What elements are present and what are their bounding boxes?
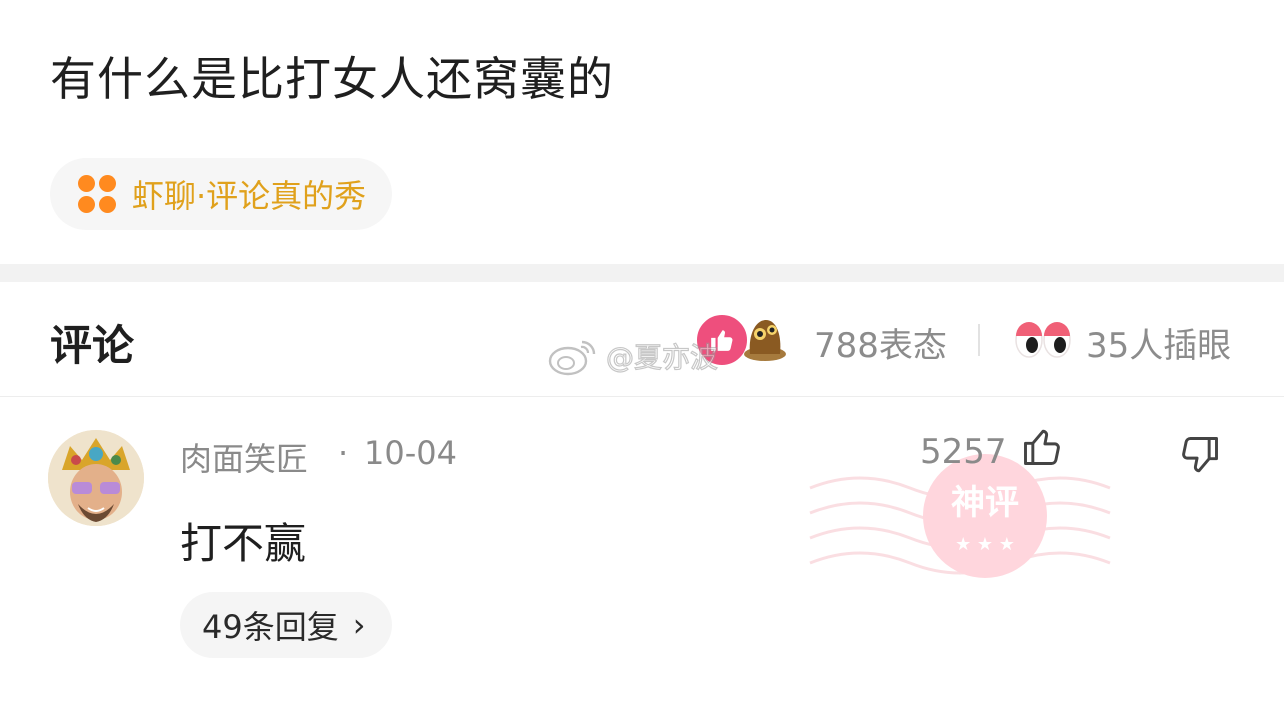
like-count: 5257 <box>920 432 1007 472</box>
watermark-text: @夏亦波 <box>605 340 719 374</box>
comment-text: 打不赢 <box>180 519 307 568</box>
meta-separator: · <box>338 434 349 472</box>
avatar[interactable] <box>48 430 144 526</box>
topic-label: 虾聊·评论真的秀 <box>132 177 367 215</box>
reactions-count[interactable]: 788表态 <box>814 318 947 367</box>
post-title: 有什么是比打女人还窝囊的 <box>50 52 614 106</box>
comment-username[interactable]: 肉面笑匠 <box>180 434 308 480</box>
header-separator <box>978 324 980 356</box>
comment-item: 肉面笑匠 · 10-04 5257 打不赢 49条回复 › <box>0 396 1284 710</box>
replies-label: 49条回复 <box>202 608 339 646</box>
comment-date: 10-04 <box>364 434 457 472</box>
watermark: @夏亦波 <box>548 336 719 376</box>
chevron-right-icon: › <box>352 606 366 644</box>
peek-count[interactable]: 35人插眼 <box>1086 318 1231 367</box>
eyes-icon <box>1014 318 1072 360</box>
replies-button[interactable]: 49条回复 › <box>180 592 392 658</box>
four-dots-icon <box>78 175 116 213</box>
weibo-logo-icon <box>548 336 598 376</box>
thumbs-down-icon[interactable] <box>1178 432 1222 478</box>
topic-chip[interactable]: 虾聊·评论真的秀 <box>50 158 393 230</box>
comments-title: 评论 <box>50 321 135 370</box>
creature-reaction-icon <box>742 314 788 362</box>
section-divider <box>0 264 1284 282</box>
thumbs-up-icon[interactable] <box>1020 424 1064 470</box>
